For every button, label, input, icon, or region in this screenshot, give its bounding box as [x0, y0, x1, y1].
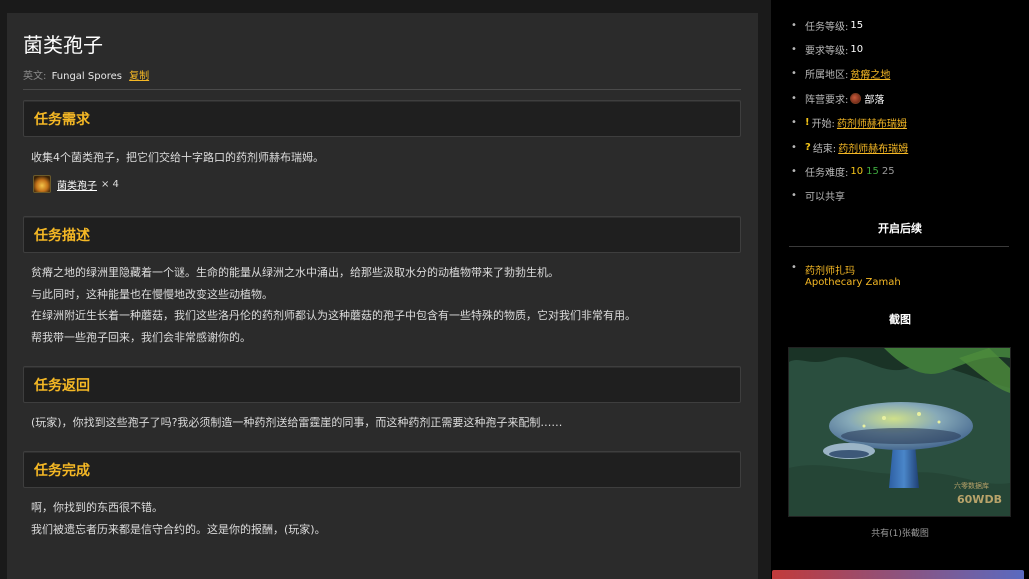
faction-row: 阵营要求: 部落 — [791, 86, 908, 110]
return-title: 任务返回 — [34, 378, 90, 394]
zone-row: 所属地区: 贫瘠之地 — [791, 62, 908, 86]
screenshot-header: 截图 — [889, 313, 911, 326]
end-npc-link[interactable]: 药剂师赫布瑞姆 — [838, 140, 908, 155]
zone-label: 所属地区: — [805, 70, 849, 82]
difficulty-label: 任务难度: — [805, 168, 849, 180]
mushroom-scene-image: 六零数据库 60WDB — [789, 348, 1010, 516]
followup-name-cn[interactable]: 药剂师扎玛 — [805, 262, 855, 277]
end-row: ? 结束: 药剂师赫布瑞姆 — [791, 135, 908, 159]
quest-level-row: 任务等级: 15 — [791, 13, 908, 37]
quest-level-value: 15 — [850, 19, 864, 31]
english-label: 英文: — [23, 71, 47, 82]
followup-divider — [789, 246, 1009, 247]
required-level-row: 要求等级: 10 — [791, 37, 908, 61]
fungal-spore-item-icon[interactable] — [33, 175, 51, 193]
watermark-cn: 六零数据库 — [954, 481, 989, 490]
followup-bullet: • — [791, 262, 797, 273]
bottom-banner[interactable] — [772, 570, 1024, 579]
copy-link[interactable]: 复制 — [129, 71, 149, 82]
completion-line: 我们被遗忘者历来都是信守合约的。这是你的报酬，(玩家)。 — [31, 522, 326, 536]
shareable-row: 可以共享 — [791, 184, 908, 208]
required-item: 菌类孢子 × 4 — [33, 174, 119, 194]
quest-screenshot[interactable]: 六零数据库 60WDB — [788, 347, 1011, 517]
page-title: 菌类孢子 — [23, 33, 103, 57]
zone-link[interactable]: 贫瘠之地 — [850, 66, 890, 81]
title-divider — [23, 89, 741, 90]
difficulty-value-3: 25 — [881, 166, 895, 178]
completion-title: 任务完成 — [34, 463, 90, 479]
description-line: 帮我带一些孢子回来，我们会非常感谢你的。 — [31, 330, 251, 344]
end-label: 结束: — [812, 143, 837, 155]
followup-header: 开启后续 — [878, 222, 922, 235]
quest-info-list: 任务等级: 15 要求等级: 10 所属地区: 贫瘠之地 阵营要求: 部落 ! … — [791, 13, 908, 208]
return-text: (玩家)，你找到这些孢子了吗?我必须制造一种药剂送给雷霆崖的同事，而这种药剂正需… — [31, 416, 563, 429]
english-name-row: 英文: Fungal Spores 复制 — [23, 67, 149, 82]
quest-sidebar: 任务等级: 15 要求等级: 10 所属地区: 贫瘠之地 阵营要求: 部落 ! … — [771, 0, 1029, 579]
difficulty-value-2: 15 — [866, 166, 879, 178]
required-level-value: 10 — [850, 44, 864, 56]
return-header: 任务返回 — [23, 366, 741, 403]
completion-header: 任务完成 — [23, 451, 741, 488]
required-level-label: 要求等级: — [805, 46, 849, 58]
description-text: 贫瘠之地的绿洲里隐藏着一个谜。生命的能量从绿洲之水中涌出，给那些汲取水分的动植物… — [31, 262, 636, 348]
followup-name-en[interactable]: Apothecary Zamah — [805, 277, 901, 288]
description-title: 任务描述 — [34, 228, 90, 244]
faction-label: 阵营要求: — [805, 94, 849, 106]
description-line: 与此同时，这种能量也在慢慢地改变这些动植物。 — [31, 287, 273, 301]
item-link[interactable]: 菌类孢子 — [57, 177, 97, 192]
completion-text: 啊，你找到的东西很不错。 我们被遗忘者历来都是信守合约的。这是你的报酬，(玩家)… — [31, 497, 326, 540]
start-row: ! 开始: 药剂师赫布瑞姆 — [791, 111, 908, 135]
faction-value: 部落 — [864, 94, 885, 106]
difficulty-value-1: 10 — [850, 166, 864, 178]
item-quantity: × 4 — [101, 178, 119, 190]
completion-line: 啊，你找到的东西很不错。 — [31, 501, 163, 514]
question-mark-icon: ? — [805, 141, 811, 153]
screenshot-caption: 共有(1)张截图 — [871, 529, 929, 539]
shareable-text: 可以共享 — [805, 192, 845, 204]
requirements-title: 任务需求 — [34, 112, 90, 128]
watermark-en: 60WDB — [957, 493, 1002, 506]
requirements-header: 任务需求 — [23, 100, 741, 137]
start-label: 开始: — [811, 119, 835, 131]
horde-icon — [850, 92, 862, 104]
exclamation-icon: ! — [805, 117, 810, 129]
description-line: 在绿洲附近生长着一种蘑菇，我们这些洛丹伦的药剂师都认为这种蘑菇的孢子中包含有一些… — [31, 309, 636, 322]
requirements-text: 收集4个菌类孢子，把它们交给十字路口的药剂师赫布瑞姆。 — [31, 151, 324, 164]
start-npc-link[interactable]: 药剂师赫布瑞姆 — [837, 115, 907, 130]
description-line: 贫瘠之地的绿洲里隐藏着一个谜。生命的能量从绿洲之水中涌出，给那些汲取水分的动植物… — [31, 266, 559, 279]
difficulty-row: 任务难度: 10 15 25 — [791, 159, 908, 183]
english-name: Fungal Spores — [51, 71, 122, 82]
quest-level-label: 任务等级: — [805, 21, 849, 33]
quest-main-panel: 菌类孢子 英文: Fungal Spores 复制 任务需求 收集4个菌类孢子，… — [7, 13, 758, 579]
description-header: 任务描述 — [23, 216, 741, 253]
